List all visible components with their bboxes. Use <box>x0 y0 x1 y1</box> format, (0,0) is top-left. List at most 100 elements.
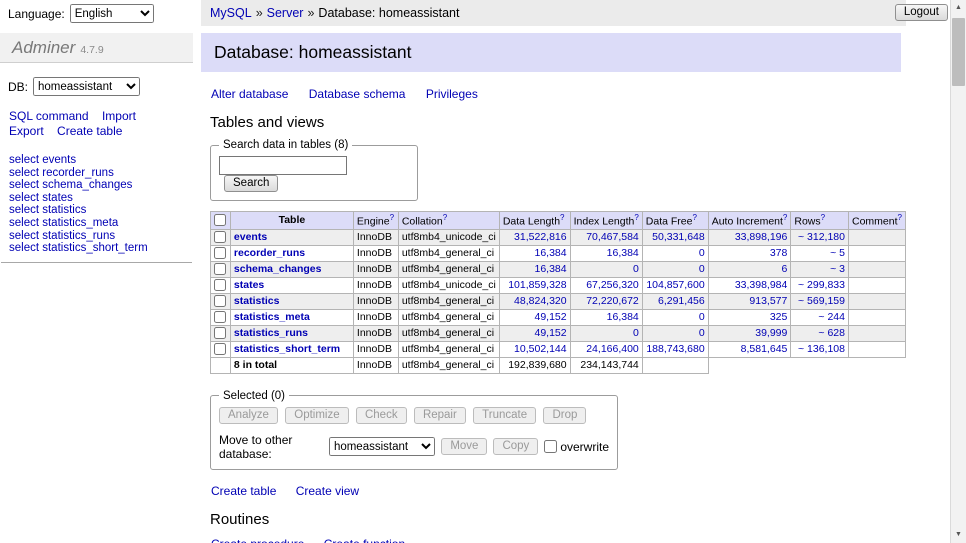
rows-link[interactable]: ~ 136,108 <box>794 343 845 355</box>
help-icon[interactable]: ? <box>634 213 638 222</box>
auto-increment-link[interactable]: 39,999 <box>712 327 788 339</box>
rows-link[interactable]: ~ 299,833 <box>794 279 845 291</box>
auto-increment-link[interactable]: 325 <box>712 311 788 323</box>
breadcrumb-mysql-link[interactable]: MySQL <box>210 6 252 20</box>
vertical-scrollbar[interactable]: ▲ ▼ <box>950 0 966 543</box>
row-select-checkbox[interactable] <box>214 311 226 323</box>
create-link[interactable]: Create view <box>296 484 359 498</box>
help-icon[interactable]: ? <box>390 213 394 222</box>
row-select-checkbox[interactable] <box>214 247 226 259</box>
search-button[interactable]: Search <box>224 175 278 192</box>
scrollbar-down-icon[interactable]: ▼ <box>951 527 966 543</box>
sidebar-action-link[interactable]: SQL command <box>9 109 89 123</box>
index-length-link[interactable]: 24,166,400 <box>574 343 639 355</box>
search-input[interactable] <box>219 156 347 175</box>
auto-increment-link[interactable]: 8,581,645 <box>712 343 788 355</box>
db-select[interactable]: homeassistant <box>33 77 140 96</box>
index-length-link[interactable]: 0 <box>574 327 639 339</box>
create-link[interactable]: Create table <box>211 484 276 498</box>
data-length-link[interactable]: 16,384 <box>503 247 567 259</box>
database-action-link[interactable]: Database schema <box>309 87 406 101</box>
auto-increment-link[interactable]: 33,398,984 <box>712 279 788 291</box>
index-length-link[interactable]: 72,220,672 <box>574 295 639 307</box>
rows-link[interactable]: ~ 628 <box>794 327 845 339</box>
table-name-link[interactable]: recorder_runs <box>234 247 305 259</box>
index-length-link[interactable]: 16,384 <box>574 247 639 259</box>
overwrite-checkbox[interactable] <box>544 440 557 453</box>
bulk-action-button[interactable]: Truncate <box>473 407 536 424</box>
move-db-select[interactable]: homeassistant <box>329 437 435 456</box>
bulk-action-button[interactable]: Repair <box>414 407 466 424</box>
sidebar-table-link[interactable]: select statistics_runs <box>9 230 115 242</box>
rows-link[interactable]: ~ 3 <box>794 263 845 275</box>
breadcrumb-server-link[interactable]: Server <box>267 6 304 20</box>
table-name-link[interactable]: statistics_runs <box>234 327 308 339</box>
data-length-link[interactable]: 49,152 <box>503 327 567 339</box>
row-select-checkbox[interactable] <box>214 295 226 307</box>
table-name-link[interactable]: states <box>234 279 264 291</box>
help-icon[interactable]: ? <box>443 213 447 222</box>
sidebar-table-link[interactable]: select statistics_meta <box>9 217 118 229</box>
data-free-link[interactable]: 50,331,648 <box>646 231 705 243</box>
copy-button[interactable]: Copy <box>493 438 538 455</box>
auto-increment-link[interactable]: 6 <box>712 263 788 275</box>
bulk-action-button[interactable]: Optimize <box>285 407 348 424</box>
help-icon[interactable]: ? <box>821 213 825 222</box>
data-free-link[interactable]: 188,743,680 <box>646 343 705 355</box>
help-icon[interactable]: ? <box>560 213 564 222</box>
table-name-link[interactable]: statistics <box>234 295 280 307</box>
auto-increment-link[interactable]: 378 <box>712 247 788 259</box>
index-length-link[interactable]: 0 <box>574 263 639 275</box>
routine-link[interactable]: Create procedure <box>211 537 304 543</box>
scrollbar-thumb[interactable] <box>952 18 965 86</box>
data-free-link[interactable]: 0 <box>646 247 705 259</box>
row-select-checkbox[interactable] <box>214 263 226 275</box>
rows-link[interactable]: ~ 5 <box>794 247 845 259</box>
data-length-link[interactable]: 16,384 <box>503 263 567 275</box>
data-length-link[interactable]: 31,522,816 <box>503 231 567 243</box>
index-length-link[interactable]: 16,384 <box>574 311 639 323</box>
sidebar-table-link[interactable]: select statistics_short_term <box>9 242 148 254</box>
data-free-link[interactable]: 0 <box>646 263 705 275</box>
data-free-link[interactable]: 0 <box>646 311 705 323</box>
sidebar-action-link[interactable]: Export <box>9 124 44 138</box>
sidebar-table-link[interactable]: select recorder_runs <box>9 167 114 179</box>
data-length-link[interactable]: 101,859,328 <box>503 279 567 291</box>
select-all-checkbox[interactable] <box>214 214 226 226</box>
data-length-link[interactable]: 48,824,320 <box>503 295 567 307</box>
database-action-link[interactable]: Privileges <box>426 87 478 101</box>
row-select-checkbox[interactable] <box>214 231 226 243</box>
bulk-action-button[interactable]: Drop <box>543 407 586 424</box>
auto-increment-link[interactable]: 33,898,196 <box>712 231 788 243</box>
table-name-link[interactable]: schema_changes <box>234 263 322 275</box>
row-select-checkbox[interactable] <box>214 279 226 291</box>
table-name-link[interactable]: statistics_short_term <box>234 343 340 355</box>
table-name-link[interactable]: statistics_meta <box>234 311 310 323</box>
data-free-link[interactable]: 6,291,456 <box>646 295 705 307</box>
sidebar-table-link[interactable]: select events <box>9 154 76 166</box>
table-name-link[interactable]: events <box>234 231 267 243</box>
bulk-action-button[interactable]: Analyze <box>219 407 278 424</box>
move-button[interactable]: Move <box>441 438 487 455</box>
data-length-link[interactable]: 49,152 <box>503 311 567 323</box>
index-length-link[interactable]: 67,256,320 <box>574 279 639 291</box>
data-free-link[interactable]: 104,857,600 <box>646 279 705 291</box>
sidebar-table-link[interactable]: select statistics <box>9 204 86 216</box>
index-length-link[interactable]: 70,467,584 <box>574 231 639 243</box>
rows-link[interactable]: ~ 569,159 <box>794 295 845 307</box>
data-length-link[interactable]: 10,502,144 <box>503 343 567 355</box>
rows-link[interactable]: ~ 244 <box>794 311 845 323</box>
bulk-action-button[interactable]: Check <box>356 407 407 424</box>
sidebar-action-link[interactable]: Create table <box>57 124 122 138</box>
help-icon[interactable]: ? <box>783 213 787 222</box>
row-select-checkbox[interactable] <box>214 343 226 355</box>
scrollbar-up-icon[interactable]: ▲ <box>951 0 966 16</box>
help-icon[interactable]: ? <box>692 213 696 222</box>
logout-button[interactable]: Logout <box>895 4 948 21</box>
data-free-link[interactable]: 0 <box>646 327 705 339</box>
language-select[interactable]: English <box>70 4 154 23</box>
row-select-checkbox[interactable] <box>214 327 226 339</box>
routine-link[interactable]: Create function <box>324 537 405 543</box>
sidebar-table-link[interactable]: select schema_changes <box>9 179 132 191</box>
database-action-link[interactable]: Alter database <box>211 87 288 101</box>
